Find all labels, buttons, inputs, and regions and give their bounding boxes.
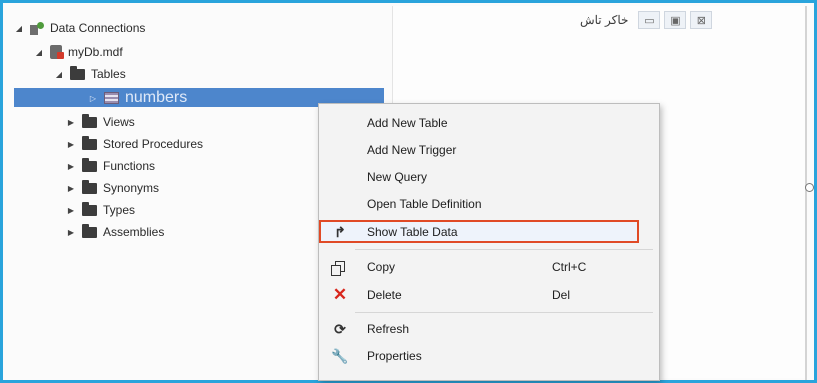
document-tabstrip: خاکر تاش ▭ ▣ ⊠	[574, 8, 713, 32]
show-data-arrow-icon: ↱	[334, 223, 346, 240]
tree-node-stored-procedures[interactable]: ▶ Stored Procedures	[66, 134, 203, 154]
menu-item-delete[interactable]: ✕ Delete Del	[319, 284, 659, 306]
menu-item-label: Refresh	[367, 322, 410, 336]
document-tab-title[interactable]: خاکر تاش	[574, 13, 634, 27]
tree-node-label: Stored Procedures	[103, 137, 204, 151]
menu-item-refresh[interactable]: ⟳ Refresh	[319, 318, 659, 340]
tree-node-label: Data Connections	[50, 21, 146, 35]
wrench-icon: 🔧	[331, 347, 349, 364]
menu-item-label: Show Table Data	[367, 225, 458, 239]
expand-arrow-icon[interactable]: ▶	[66, 228, 76, 237]
menu-item-shortcut: Ctrl+C	[552, 260, 587, 274]
expand-arrow-icon[interactable]: ▶	[66, 118, 76, 127]
menu-item-label: New Query	[367, 170, 428, 184]
table-icon	[104, 92, 119, 104]
copy-icon	[331, 259, 349, 276]
collapse-arrow-icon[interactable]: ◢	[34, 48, 44, 57]
resize-handle[interactable]	[805, 183, 814, 192]
menu-item-label: Properties	[367, 349, 422, 363]
database-icon	[50, 45, 64, 59]
tree-node-label: Synonyms	[103, 181, 160, 195]
delete-x-icon: ✕	[332, 285, 348, 304]
tree-node-synonyms[interactable]: ▶ Synonyms	[66, 178, 159, 198]
expand-arrow-icon[interactable]: ▶	[66, 184, 76, 193]
folder-icon	[82, 157, 97, 172]
refresh-icon: ⟳	[334, 320, 346, 337]
tree-node-functions[interactable]: ▶ Functions	[66, 156, 155, 176]
menu-separator	[355, 249, 653, 250]
tree-node-database[interactable]: ◢ myDb.mdf	[34, 42, 123, 62]
menu-item-label: Open Table Definition	[367, 197, 482, 211]
expand-arrow-icon[interactable]: ▷	[88, 94, 98, 103]
collapse-arrow-icon[interactable]: ◢	[54, 70, 64, 79]
menu-item-copy[interactable]: Copy Ctrl+C	[319, 256, 659, 278]
folder-icon	[82, 223, 97, 238]
menu-item-add-new-table[interactable]: Add New Table	[319, 112, 659, 134]
tree-node-data-connections[interactable]: ◢ Data Connections	[14, 18, 145, 38]
tree-node-label: Functions	[103, 159, 156, 173]
tree-node-label: numbers	[125, 89, 188, 106]
menu-item-label: Delete	[367, 288, 402, 302]
data-connections-icon	[30, 21, 44, 35]
tree-node-views[interactable]: ▶ Views	[66, 112, 135, 132]
menu-item-properties[interactable]: 🔧 Properties	[319, 345, 659, 367]
menu-item-shortcut: Del	[552, 288, 571, 302]
close-window-button[interactable]: ⊠	[690, 11, 713, 29]
folder-icon	[82, 135, 97, 150]
menu-item-label: Add New Trigger	[367, 143, 457, 157]
tree-node-label: Assemblies	[103, 225, 165, 239]
context-menu: Add New Table Add New Trigger New Query …	[318, 103, 660, 381]
splitter[interactable]	[805, 6, 807, 380]
folder-icon	[82, 113, 97, 128]
expand-arrow-icon[interactable]: ▶	[66, 162, 76, 171]
menu-item-label: Copy	[367, 260, 396, 274]
menu-item-label: Add New Table	[367, 116, 448, 130]
collapse-arrow-icon[interactable]: ◢	[14, 24, 24, 33]
maximize-window-button[interactable]: ▣	[664, 11, 687, 29]
menu-item-add-new-trigger[interactable]: Add New Trigger	[319, 139, 659, 161]
tree-node-tables[interactable]: ◢ Tables	[54, 64, 126, 84]
folder-icon	[82, 179, 97, 194]
folder-icon	[70, 65, 85, 80]
menu-item-show-table-data[interactable]: ↱ Show Table Data	[319, 221, 659, 243]
tree-node-assemblies[interactable]: ▶ Assemblies	[66, 222, 164, 242]
tree-node-label: Tables	[91, 67, 126, 81]
tree-node-numbers[interactable]: ▷ numbers	[88, 88, 187, 108]
tree-node-label: myDb.mdf	[68, 45, 123, 59]
folder-icon	[82, 201, 97, 216]
menu-item-open-table-definition[interactable]: Open Table Definition	[319, 193, 659, 215]
menu-item-new-query[interactable]: New Query	[319, 166, 659, 188]
expand-arrow-icon[interactable]: ▶	[66, 206, 76, 215]
expand-arrow-icon[interactable]: ▶	[66, 140, 76, 149]
tree-node-types[interactable]: ▶ Types	[66, 200, 135, 220]
tree-node-label: Types	[103, 203, 136, 217]
menu-separator	[355, 312, 653, 313]
float-window-button[interactable]: ▭	[638, 11, 661, 29]
tree-node-label: Views	[103, 115, 135, 129]
